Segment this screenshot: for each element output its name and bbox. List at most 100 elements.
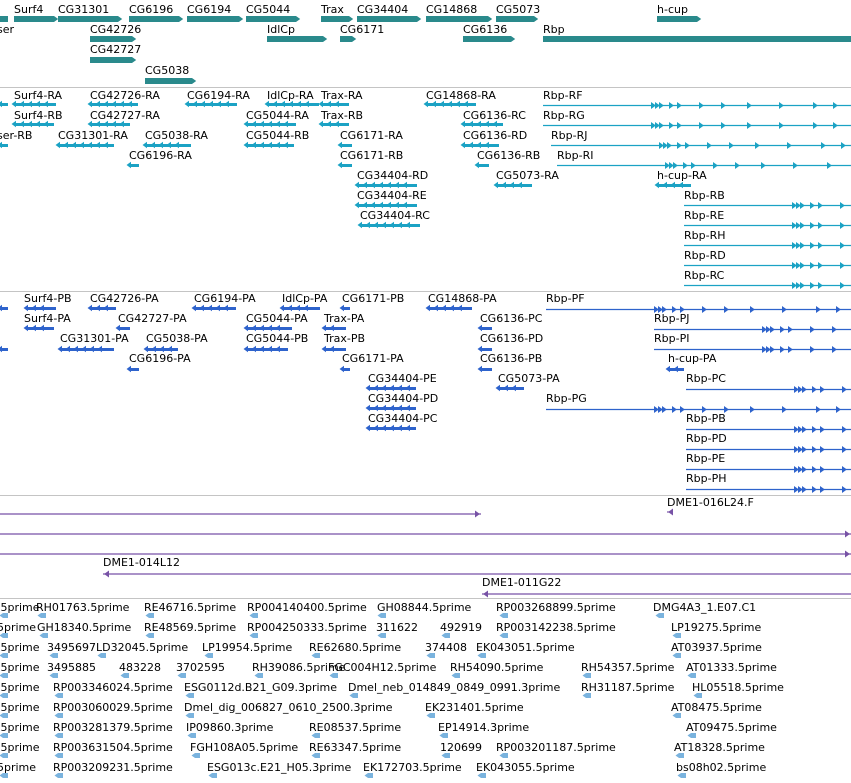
feature-label[interactable]: RH54090.5prime <box>450 661 544 674</box>
feature-label[interactable]: RP003201187.5prime <box>496 741 616 754</box>
feature-label[interactable]: CG6171 <box>340 23 384 36</box>
feature-label[interactable]: CG6136 <box>463 23 507 36</box>
feature-glyph[interactable] <box>684 282 851 289</box>
feature-label[interactable]: RP003346024.5prime <box>53 681 173 694</box>
feature-label[interactable]: Rbp-RB <box>684 189 725 202</box>
feature-label[interactable]: Surf4-PB <box>24 292 72 305</box>
feature-glyph[interactable] <box>126 161 139 169</box>
feature-label[interactable]: CG6136-RD <box>463 129 527 142</box>
feature-label[interactable]: CG14868 <box>426 3 477 16</box>
feature-glyph[interactable] <box>684 222 851 229</box>
feature-label[interactable]: DME1-016L24.F <box>667 496 754 509</box>
feature-label[interactable]: CG6136-PC <box>480 312 543 325</box>
feature-label[interactable]: FGH108A05.5prime <box>190 741 298 754</box>
feature-glyph[interactable] <box>126 365 139 373</box>
feature-label[interactable]: CG5073 <box>496 3 540 16</box>
feature-label[interactable]: 3495697 <box>47 641 96 654</box>
feature-label[interactable]: AT03937.5prime <box>671 641 762 654</box>
feature-label[interactable]: RE08537.5prime <box>309 721 401 734</box>
feature-label[interactable]: 492919 <box>440 621 482 634</box>
feature-glyph[interactable] <box>0 304 8 312</box>
gene-track[interactable]: Surf4 CG31301 CG6196 CG6194 CG5044 Trax CG3440… <box>0 3 851 84</box>
feature-label[interactable]: AT01333.5prime <box>686 661 777 674</box>
feature-label[interactable]: CG14868-PA <box>428 292 497 305</box>
clone-line[interactable] <box>667 508 673 516</box>
feature-label[interactable]: AT09475.5prime <box>686 721 777 734</box>
gene-bar[interactable] <box>14 16 54 22</box>
feature-label[interactable]: 120699 <box>440 741 482 754</box>
feature-label[interactable]: CG6136-RC <box>463 109 526 122</box>
feature-label[interactable]: IdlCp-PA <box>282 292 328 305</box>
feature-glyph[interactable] <box>0 100 8 108</box>
feature-glyph[interactable] <box>425 304 472 312</box>
feature-glyph[interactable] <box>474 161 489 169</box>
feature-glyph[interactable] <box>142 141 191 149</box>
feature-label[interactable]: AT08475.5prime <box>671 701 762 714</box>
clone-track[interactable]: DME1-016L24.F DME1-014L12 DME1-011G22 <box>0 496 851 598</box>
feature-glyph[interactable] <box>543 102 851 109</box>
feature-label[interactable]: .5prime <box>0 721 40 734</box>
feature-label[interactable]: CG6171-PA <box>342 352 404 365</box>
feature-glyph[interactable] <box>365 424 416 432</box>
feature-label[interactable]: CG42726 <box>90 23 141 36</box>
feature-label[interactable]: FGC004H12.5prime <box>328 661 437 674</box>
feature-label[interactable]: ser-RB <box>0 129 32 142</box>
feature-label[interactable]: Surf4-PA <box>24 312 71 325</box>
gene-bar[interactable] <box>340 36 352 42</box>
feature-label[interactable]: Rbp-RH <box>684 229 726 242</box>
feature-label[interactable]: RP004140400.5prime <box>247 601 367 614</box>
feature-label[interactable]: CG6196-RA <box>129 149 192 162</box>
feature-label[interactable]: CG31301-PA <box>60 332 129 345</box>
gene-bar[interactable] <box>267 36 323 42</box>
feature-label[interactable]: Trax-RA <box>320 89 363 102</box>
feature-glyph[interactable] <box>354 201 417 209</box>
feature-label[interactable]: Rbp-PF <box>546 292 585 305</box>
feature-label[interactable]: CG6194-PA <box>194 292 256 305</box>
feature-glyph[interactable] <box>0 141 8 149</box>
feature-label[interactable]: 3495885 <box>47 661 96 674</box>
feature-label[interactable]: EK172703.5prime <box>363 761 462 774</box>
clone-line[interactable] <box>0 530 851 538</box>
feature-label[interactable]: RE63347.5prime <box>309 741 401 754</box>
gene-bar[interactable] <box>657 16 697 22</box>
feature-label[interactable]: Trax <box>320 3 344 16</box>
feature-label[interactable]: h-cup-RA <box>657 169 707 182</box>
protein-track[interactable]: Surf4-PB CG42726-PA CG6194-PA IdlCp-PA CG617… <box>0 292 851 493</box>
feature-label[interactable]: RE62680.5prime <box>309 641 401 654</box>
feature-label[interactable]: EK043051.5prime <box>476 641 575 654</box>
feature-label[interactable]: IdlCp-RA <box>267 89 314 102</box>
gene-bar[interactable] <box>58 16 118 22</box>
feature-label[interactable]: ESG0112d.B21_G09.3prime <box>184 681 337 694</box>
feature-label[interactable]: Rbp-RJ <box>551 129 587 142</box>
feature-label[interactable]: CG5073-PA <box>498 372 560 385</box>
feature-label[interactable]: RP003268899.5prime <box>496 601 616 614</box>
feature-label[interactable]: CG5044-PA <box>246 312 308 325</box>
feature-label[interactable]: 5prime <box>0 621 36 634</box>
feature-label[interactable]: Rbp-RE <box>684 209 724 222</box>
gene-bar[interactable] <box>145 78 192 84</box>
gene-bar[interactable] <box>90 36 132 42</box>
feature-label[interactable]: Rbp-PD <box>686 432 727 445</box>
feature-label[interactable]: CG6136-RB <box>477 149 540 162</box>
feature-label[interactable]: IP09860.3prime <box>186 721 274 734</box>
feature-label[interactable]: RH54357.5prime <box>581 661 675 674</box>
feature-label[interactable]: Rbp-RD <box>684 249 726 262</box>
feature-glyph[interactable] <box>279 304 320 312</box>
feature-label[interactable]: LP19954.5prime <box>202 641 293 654</box>
feature-label[interactable]: GH08844.5prime <box>377 601 472 614</box>
gene-bar[interactable] <box>463 36 511 42</box>
feature-label[interactable]: CG6171-PB <box>342 292 404 305</box>
feature-label[interactable]: 3702595 <box>176 661 225 674</box>
feature-glyph[interactable] <box>493 181 532 189</box>
gene-bar[interactable] <box>543 36 851 42</box>
feature-glyph[interactable] <box>354 181 417 189</box>
feature-label[interactable]: RP003060029.5prime <box>53 701 173 714</box>
feature-label[interactable]: RE48569.5prime <box>144 621 236 634</box>
feature-label[interactable]: Surf4-RB <box>14 109 63 122</box>
feature-glyph[interactable] <box>477 365 492 373</box>
gene-bar[interactable] <box>496 16 534 22</box>
feature-label[interactable]: Trax-PB <box>323 332 365 345</box>
feature-glyph[interactable] <box>686 486 851 493</box>
feature-glyph[interactable] <box>339 304 350 312</box>
feature-label[interactable]: CG5073-RA <box>496 169 559 182</box>
